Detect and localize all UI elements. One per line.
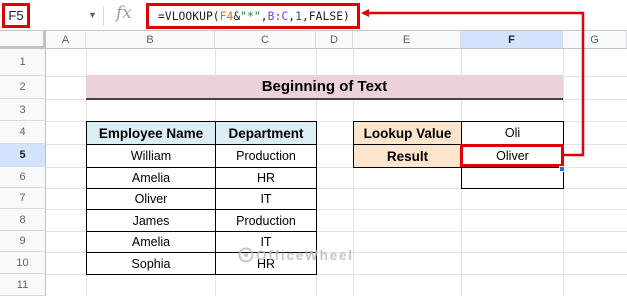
watermark-logo-icon (238, 247, 254, 263)
watermark: OfficeWheel (238, 247, 354, 263)
watermark-text: OfficeWheel (256, 247, 354, 263)
